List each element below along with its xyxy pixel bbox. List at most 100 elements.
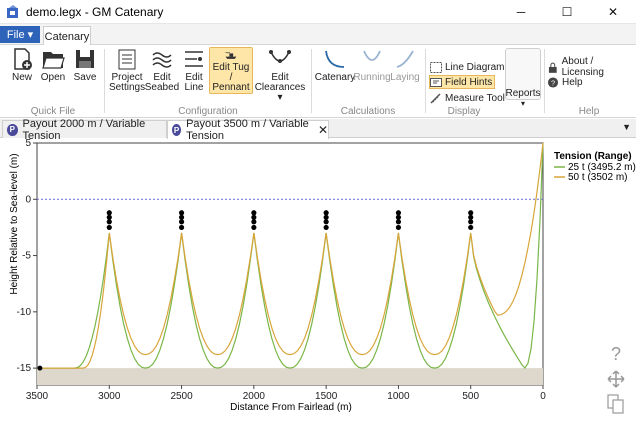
- tab-list-dropdown-icon[interactable]: ▼: [622, 122, 631, 132]
- clearance-curve-icon: [269, 50, 291, 63]
- field-hints-icon: [430, 77, 442, 87]
- title-bar: demo.legx - GM Catenary ─ ☐ ✕: [0, 0, 636, 24]
- buoy-marker: [178, 224, 185, 231]
- license-lock-icon: [548, 62, 557, 73]
- laying-icon: [396, 50, 414, 68]
- catenary-icon: [325, 50, 345, 68]
- group-label-display: Display: [447, 106, 481, 117]
- buoy-marker: [106, 210, 112, 216]
- document-tab-strip: P Payout 2000 m / Variable Tension P Pay…: [0, 118, 636, 142]
- buoy-marker: [106, 214, 112, 220]
- group-label-calculations: Calculations: [340, 106, 396, 117]
- project-settings-button[interactable]: Project Settings: [109, 47, 145, 93]
- save-disk-icon: [76, 50, 94, 68]
- tab-catenary[interactable]: Catenary: [43, 26, 91, 46]
- buoy-marker: [251, 210, 257, 216]
- close-button[interactable]: ✕: [590, 0, 636, 24]
- svg-text:?: ?: [611, 344, 621, 364]
- tab-payout-2000[interactable]: P Payout 2000 m / Variable Tension: [2, 118, 167, 142]
- buoy-marker: [468, 214, 474, 220]
- buoy-marker: [323, 210, 329, 216]
- buoy-marker: [468, 224, 474, 231]
- buoy-marker: [323, 224, 329, 231]
- running-calc-button[interactable]: Running: [353, 47, 391, 83]
- legend-label: 50 t (3502 m): [568, 172, 627, 183]
- catenary-chart: 3500 3000 2500 2000 1500 1000 500 0 5 0 -5 -10 -15 H…: [9, 139, 636, 414]
- ribbon: New Open Save Quick File Project Setting…: [0, 45, 636, 118]
- move-icon[interactable]: [607, 370, 625, 388]
- legend-item: 50 t (3502 m): [554, 172, 627, 183]
- buoy-marker: [251, 219, 257, 225]
- y-tick-label: 5: [25, 139, 31, 149]
- seabed-waves-icon: [152, 52, 172, 68]
- save-button[interactable]: Save: [72, 47, 98, 83]
- y-tick-label: -5: [22, 251, 31, 262]
- buoy-marker: [468, 210, 474, 216]
- edit-line-button[interactable]: Edit Line: [181, 47, 207, 93]
- measure-tool-icon: [430, 92, 441, 104]
- buoy-marker: [106, 219, 112, 225]
- open-button[interactable]: Open: [40, 47, 66, 83]
- about-licensing-button[interactable]: About / Licensing: [547, 56, 636, 78]
- open-folder-icon: [42, 52, 65, 69]
- separator: [425, 49, 426, 113]
- project-badge-icon: P: [7, 123, 18, 136]
- tug-boat-icon: [225, 52, 237, 59]
- buoy-marker: [251, 224, 257, 231]
- y-tick-label: -10: [17, 307, 32, 318]
- ribbon-tab-strip: File ▾ Catenary: [0, 24, 636, 46]
- buoy-marker: [395, 214, 402, 220]
- group-label-quick-file: Quick File: [30, 106, 76, 117]
- legend-title: Tension (Range): [554, 151, 632, 162]
- buoy-marker: [395, 210, 402, 216]
- x-tick-label: 1000: [387, 391, 410, 402]
- buoy-marker: [178, 219, 185, 225]
- buoy-marker: [178, 214, 185, 220]
- y-tick-label: -15: [17, 363, 32, 374]
- buoy-marker: [323, 219, 329, 225]
- project-badge-icon: P: [172, 124, 182, 136]
- buoy-marker: [178, 210, 185, 216]
- copy-icon[interactable]: [607, 394, 624, 414]
- separator: [544, 49, 545, 113]
- edit-clearances-button[interactable]: Edit Clearances ▾: [255, 47, 305, 103]
- buoy-marker: [395, 219, 402, 225]
- laying-calc-button[interactable]: Laying: [390, 47, 420, 83]
- help-circle-icon: ?: [547, 76, 559, 88]
- x-tick-label: 0: [540, 391, 546, 402]
- x-tick-label: 1500: [315, 391, 338, 402]
- edit-tug-pennant-button[interactable]: Edit Tug / Pennant: [209, 47, 253, 94]
- catenary-calc-button[interactable]: Catenary: [315, 47, 355, 83]
- file-menu-tab[interactable]: File ▾: [0, 26, 40, 43]
- minimize-button[interactable]: ─: [498, 0, 544, 24]
- buoy-marker: [251, 214, 257, 220]
- separator: [104, 49, 105, 113]
- measure-tool-toggle[interactable]: Measure Tool: [430, 91, 505, 105]
- buoy-marker: [395, 224, 402, 231]
- line-diagram-icon: [430, 61, 442, 73]
- help-icon[interactable]: ?: [611, 344, 621, 364]
- y-tick-label: 0: [25, 194, 31, 205]
- buoy-marker: [106, 224, 112, 231]
- x-axis-label: Distance From Fairlead (m): [230, 402, 352, 413]
- edit-seabed-button[interactable]: Edit Seabed: [145, 47, 179, 93]
- tab-payout-3500[interactable]: P Payout 3500 m / Variable Tension ✕: [167, 118, 329, 142]
- separator: [311, 49, 312, 113]
- running-icon: [363, 50, 381, 61]
- anchor-marker: [37, 365, 43, 371]
- window-title: demo.legx - GM Catenary: [26, 4, 164, 19]
- app-icon: [6, 4, 20, 19]
- close-tab-icon[interactable]: ✕: [318, 123, 328, 137]
- y-axis-label: Height Relative to Sea-level (m): [9, 153, 20, 294]
- x-tick-label: 3000: [98, 391, 121, 402]
- x-tick-label: 2500: [170, 391, 193, 402]
- line-diagram-toggle[interactable]: Line Diagram: [430, 60, 504, 74]
- reports-button[interactable]: Reports ▾: [503, 89, 543, 109]
- x-tick-label: 2000: [243, 391, 266, 402]
- svg-text:?: ?: [551, 78, 555, 87]
- maximize-button[interactable]: ☐: [544, 0, 590, 24]
- seabed-fill: [37, 368, 543, 385]
- field-hints-toggle[interactable]: Field Hints: [429, 75, 496, 89]
- help-button[interactable]: ? Help: [547, 75, 583, 89]
- new-button[interactable]: New: [9, 47, 35, 83]
